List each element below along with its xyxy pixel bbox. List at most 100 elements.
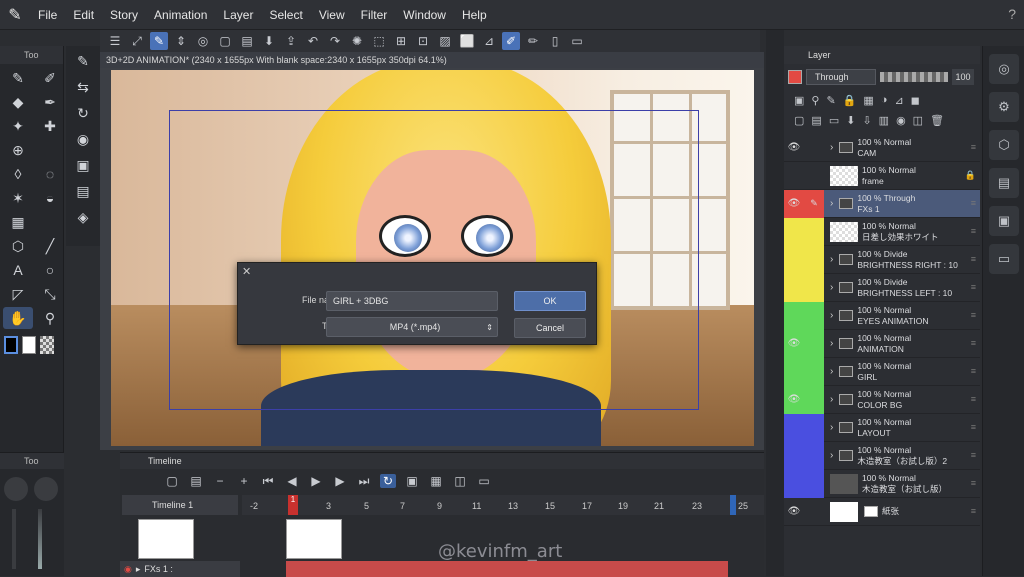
mask-icon[interactable]: ◑ [881,94,888,106]
text-tool-icon[interactable]: A [3,259,33,281]
cycle-icon[interactable]: ↻ [68,102,98,124]
layer-lock[interactable] [804,134,824,162]
drag-handle-icon[interactable]: ≡ [971,282,976,292]
new-timeline-icon[interactable]: ▢ [164,474,180,488]
opacity-slider[interactable] [880,72,948,82]
layer-lock[interactable] [804,413,824,442]
crop-icon[interactable]: ⊡ [414,32,432,50]
grid-tool-icon[interactable]: ⊕ [3,139,33,161]
layers-icon[interactable]: ▤ [989,168,1019,198]
loading-icon[interactable]: ✺ [348,32,366,50]
transform-icon[interactable]: ⬚ [370,32,388,50]
layer-color-swatch[interactable] [788,70,802,84]
drag-handle-icon[interactable]: ≡ [971,394,976,404]
chevron-right-icon[interactable]: › [824,338,833,349]
canvas-area[interactable] [100,68,764,450]
layer-row[interactable]: 👁 › 100 % Normal ANIMATION ≡ [784,329,980,358]
redo-icon[interactable]: ↷ [326,32,344,50]
timeline-track-header[interactable]: ◉ ▸ FXs 1 : [120,561,240,577]
new-folder-icon[interactable]: ▭ [829,114,839,127]
end-marker[interactable] [730,495,736,515]
chevron-right-icon[interactable]: › [824,282,833,293]
clip-icon[interactable]: ▣ [794,94,804,107]
menu-icon[interactable]: ☰ [106,32,124,50]
layer-color-tag[interactable]: 👁 [784,329,804,358]
layer-lock[interactable] [804,273,824,302]
drag-handle-icon[interactable]: ≡ [971,366,976,376]
cel-thumbnail[interactable] [286,519,342,559]
menu-help[interactable]: Help [454,8,495,22]
clipboard-icon[interactable]: ▭ [568,32,586,50]
add-mask-icon[interactable]: ◉ [896,114,906,127]
layer-row[interactable]: › 100 % Normal 木造教室（お試し版）2 ≡ [784,441,980,470]
chevron-right-icon[interactable]: › [824,310,833,321]
color-icon[interactable]: ◼ [911,94,920,107]
palette-icon[interactable]: ▣ [68,154,98,176]
layer-row[interactable]: › 100 % Normal EYES ANIMATION ≡ [784,301,980,330]
chevron-right-icon[interactable]: › [824,366,833,377]
next-frame-icon[interactable]: ▶ [332,474,348,488]
timeline-name-select[interactable]: Timeline 1 [122,495,238,515]
drag-handle-icon[interactable]: ≡ [971,338,976,348]
light-table-icon[interactable]: ▭ [476,474,492,488]
sparkle-tool-icon[interactable]: ✦ [3,115,33,137]
canvas-tab[interactable]: 3D+2D ANIMATION* (2340 x 1655px With bla… [100,52,764,68]
layer-color-tag[interactable]: 👁 [784,385,804,414]
frame-ruler[interactable]: -2 1 3 5 7 9 11 13 15 17 19 21 23 25 [242,495,764,515]
drag-handle-icon[interactable]: ≡ [971,422,976,432]
layer-row[interactable]: 👁 › 100 % Normal COLOR BG ≡ [784,385,980,414]
layer-lock[interactable]: ✎ [804,189,824,218]
apply-mask-icon[interactable]: ◫ [913,114,923,127]
stamp-icon[interactable]: ◉ [68,128,98,150]
drag-handle-icon[interactable]: ≡ [971,478,976,488]
layer-lock[interactable] [804,301,824,330]
timeline-settings-icon[interactable]: ▤ [188,474,204,488]
layer-lock[interactable] [804,441,824,470]
new-cel-icon[interactable]: ▣ [404,474,420,488]
blend-tool-icon[interactable]: ◊ [3,163,33,185]
layer-mini-icon[interactable]: ▤ [68,180,98,202]
opacity-slider[interactable] [38,509,42,569]
layer-color-tag[interactable] [784,273,804,302]
transparent-swatch[interactable] [40,336,54,354]
eraser-tool-icon[interactable]: ◆ [3,91,33,113]
save-icon[interactable]: ⬇ [260,32,278,50]
drag-handle-icon[interactable]: ≡ [971,450,976,460]
layer-row[interactable]: › 100 % Divide BRIGHTNESS RIGHT : 10 ≡ [784,245,980,274]
layer-tab[interactable]: Layer [784,46,980,64]
brush-density-dial[interactable] [34,477,58,501]
layer-color-tag[interactable] [784,357,804,386]
navigator-icon[interactable]: ◎ [989,54,1019,84]
prev-frame-icon[interactable]: ◀ [284,474,300,488]
drag-handle-icon[interactable]: ≡ [971,198,976,208]
menu-filter[interactable]: Filter [353,8,396,22]
play-icon[interactable]: ▶ [308,474,324,488]
fill-tool-icon[interactable]: ◒ [35,187,65,209]
chevron-right-icon[interactable]: › [824,198,833,209]
menu-select[interactable]: Select [261,8,310,22]
drag-handle-icon[interactable]: ≡ [971,254,976,264]
menu-view[interactable]: View [311,8,353,22]
layer-row[interactable]: 100 % Normal frame 🔒 [784,162,980,190]
layer-row[interactable]: 👁 ✎ › 100 % Through FXs 1 ≡ [784,189,980,218]
draft-icon[interactable]: ✎ [826,94,835,107]
layer-row[interactable]: 👁 紙张 ≡ [784,498,980,526]
chevron-right-icon[interactable]: › [824,142,833,153]
layer-color-tag[interactable] [784,469,804,498]
layer-color-tag[interactable] [784,162,804,190]
layer-color-tag[interactable]: 👁 [784,498,804,526]
rotate-icon[interactable]: ◎ [194,32,212,50]
menu-animation[interactable]: Animation [146,8,215,22]
select-icon[interactable]: ⬜ [458,32,476,50]
menu-layer[interactable]: Layer [215,8,261,22]
app-logo-icon[interactable]: ✎ [0,0,30,30]
layer-color-tag[interactable] [784,245,804,274]
layer-lock[interactable] [804,469,824,498]
lock-icon[interactable]: 🔒 [843,94,857,107]
combine-icon[interactable]: ▥ [879,114,889,127]
pen-tool-icon[interactable]: ✎ [3,67,33,89]
brush-tool-icon[interactable]: ✒ [35,91,65,113]
pencil-tool-icon[interactable]: ✐ [35,67,65,89]
timeline-tab[interactable]: Timeline [148,456,182,466]
onion-skin-icon[interactable]: ◫ [452,474,468,488]
